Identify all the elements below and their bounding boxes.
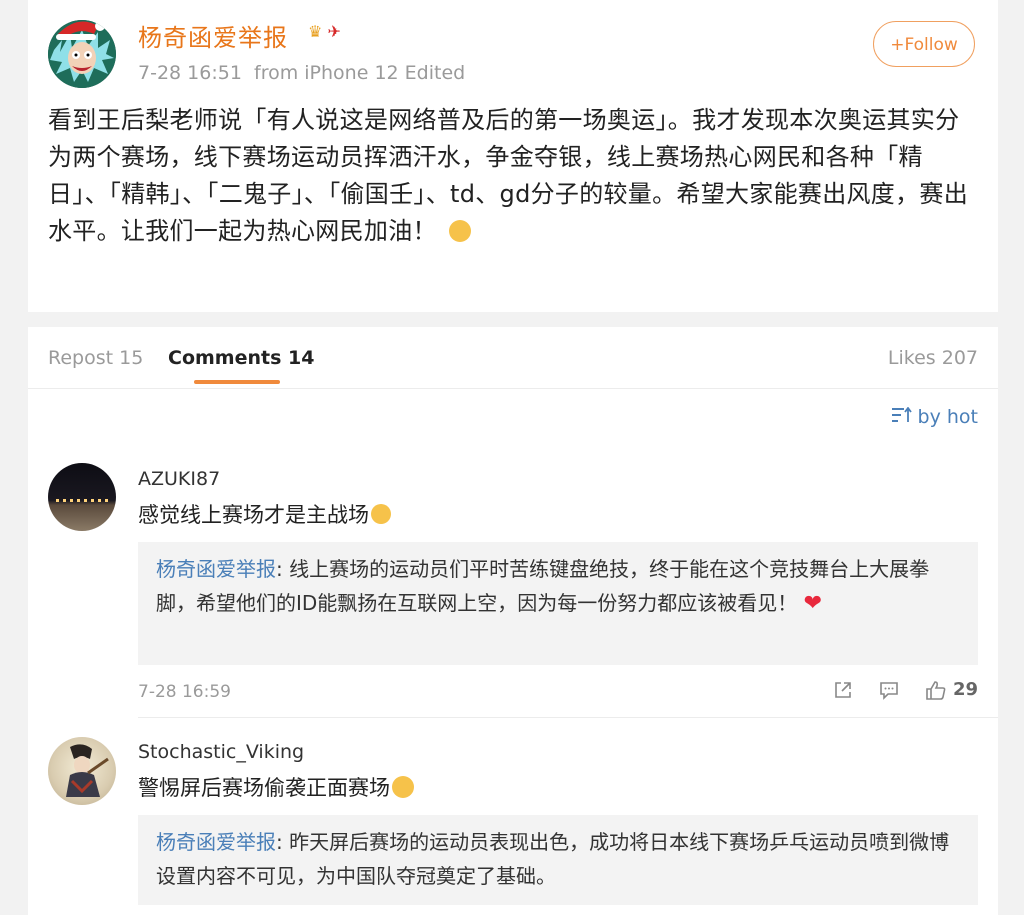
laughing-emoji-icon xyxy=(371,504,391,524)
active-tab-indicator xyxy=(194,380,280,384)
like-count: 29 xyxy=(952,679,978,700)
reply-author[interactable]: 杨奇函爱举报 xyxy=(156,557,276,581)
smile-emoji-icon xyxy=(392,776,414,798)
comment-icon xyxy=(880,681,898,700)
comment-user[interactable]: AZUKI87 xyxy=(138,468,220,490)
follow-button[interactable]: +Follow xyxy=(873,21,975,67)
commenter-avatar[interactable] xyxy=(48,463,116,531)
post-body: 看到王后梨老师说「有人说这是网络普及后的第一场奥运」。我才发现本次奥运其实分为两… xyxy=(48,106,969,245)
commenter-avatar[interactable] xyxy=(48,737,116,805)
tab-comments[interactable]: Comments 14 xyxy=(168,347,314,369)
sort-label: by hot xyxy=(917,406,978,428)
post-time: 7-28 16:51 xyxy=(138,62,242,84)
comment-text: 感觉线上赛场才是主战场 xyxy=(138,499,391,529)
sort-icon xyxy=(891,407,912,422)
tab-likes[interactable]: Likes 207 xyxy=(888,347,978,369)
comments-card: Repost 15 Comments 14 Likes 207 by hot A… xyxy=(28,327,998,915)
comment-actions: 29 xyxy=(833,679,978,700)
badges: ♛ ✈ xyxy=(308,22,341,41)
share-button[interactable] xyxy=(833,680,853,700)
thumbs-up-icon xyxy=(926,680,946,700)
sort-toggle[interactable]: by hot xyxy=(891,406,978,428)
post-card: 杨奇函爱举报 ♛ ✈ 7-28 16:51 from iPhone 12 Edi… xyxy=(28,0,998,312)
reply-box[interactable]: 杨奇函爱举报: 线上赛场的运动员们平时苦练键盘绝技，终于能在这个竞技舞台上大展拳… xyxy=(138,542,978,665)
city-lights xyxy=(56,499,108,502)
author-avatar[interactable] xyxy=(48,20,116,88)
cheer-emoji-icon xyxy=(448,220,471,242)
samurai-avatar-icon xyxy=(66,744,109,797)
comment-text: 警惕屏后赛场偷袭正面赛场 xyxy=(138,772,414,802)
comment-body: 警惕屏后赛场偷袭正面赛场 xyxy=(138,776,390,800)
crown-badge-icon: ♛ xyxy=(308,22,323,41)
comment-user[interactable]: Stochastic_Viking xyxy=(138,741,304,763)
like-button[interactable]: 29 xyxy=(925,679,978,700)
post-source: from iPhone 12 xyxy=(254,62,399,84)
reply-box[interactable]: 杨奇函爱举报: 昨天屏后赛场的运动员表现出色，成功将日本线下赛场乒乓运动员喷到微… xyxy=(138,815,978,905)
tabs-divider xyxy=(28,388,998,389)
comment-body: 感觉线上赛场才是主战场 xyxy=(138,503,369,527)
post-edited: Edited xyxy=(404,62,466,84)
share-icon xyxy=(835,681,851,698)
comment-divider xyxy=(138,717,998,718)
heart-icon: ❤ xyxy=(803,591,823,616)
comment-time: 7-28 16:59 xyxy=(138,682,231,702)
post-text: 看到王后梨老师说「有人说这是网络普及后的第一场奥运」。我才发现本次奥运其实分为两… xyxy=(48,102,983,250)
reply-author[interactable]: 杨奇函爱举报 xyxy=(156,830,276,854)
post-meta: 7-28 16:51 from iPhone 12 Edited xyxy=(138,62,465,84)
rocket-badge-icon: ✈ xyxy=(327,22,341,41)
rick-avatar-icon xyxy=(48,20,116,88)
reply-button[interactable] xyxy=(879,680,899,700)
tab-repost[interactable]: Repost 15 xyxy=(48,347,143,369)
author-name[interactable]: 杨奇函爱举报 xyxy=(138,18,288,53)
